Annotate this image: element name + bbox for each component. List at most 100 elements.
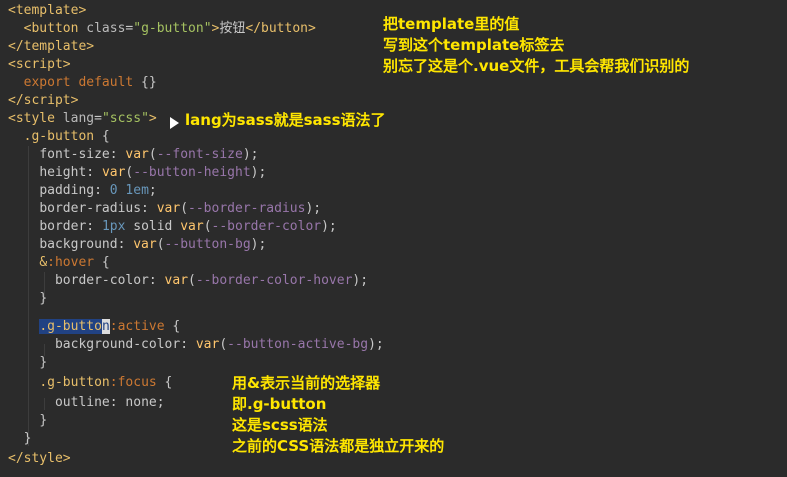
code-line-22[interactable]: outline: none; <box>8 394 165 412</box>
code-text: { <box>94 255 110 270</box>
code-line-7[interactable]: <style lang="scss"> <box>8 110 157 128</box>
annotation-line: 这是scss语法 <box>232 416 328 434</box>
code-editor[interactable]: <template> <button class="g-button">按钮</… <box>0 0 787 477</box>
annotation-scss: 用&表示当前的选择器 即.g-button 这是scss语法 之前的CSS语法都… <box>232 373 444 457</box>
css-selector: .g-button <box>39 375 110 390</box>
code-line-24[interactable]: } <box>8 430 32 448</box>
code-line-19[interactable]: background-color: var(--button-active-bg… <box>8 336 384 354</box>
code-line-25[interactable]: </style> <box>8 450 71 468</box>
css-variable: --button-active-bg <box>227 337 369 352</box>
code-line-23[interactable]: } <box>8 412 47 430</box>
annotation-line: lang为sass就是sass语法了 <box>185 111 386 129</box>
code-text: { <box>94 129 110 144</box>
code-line-15[interactable]: &:hover { <box>8 254 110 272</box>
code-line-6[interactable]: </script> <box>8 92 78 110</box>
equals: = <box>94 111 102 126</box>
button-text: 按钮 <box>219 21 246 36</box>
attr-value: "g-button" <box>133 21 212 36</box>
selected-text[interactable]: .g-butto <box>39 319 102 334</box>
css-variable: --border-color-hover <box>195 273 353 288</box>
code-line-20[interactable]: } <box>8 354 47 372</box>
tag-bracket: < <box>8 111 16 126</box>
code-line-8[interactable]: .g-button { <box>8 128 110 146</box>
code-line-4[interactable]: <script> <box>8 56 71 74</box>
code-text: {} <box>133 75 157 90</box>
css-property: outline: <box>54 395 126 410</box>
code-text: solid <box>125 219 181 234</box>
code-line-13[interactable]: border: 1px solid var(--border-color); <box>8 218 336 236</box>
semicolon: ; <box>148 183 157 198</box>
tag-bracket: </ <box>8 451 24 466</box>
code-line-5[interactable]: export default {} <box>8 74 157 92</box>
css-variable: --button-bg <box>164 237 251 252</box>
code-text: } <box>23 431 32 446</box>
paren: ( <box>180 201 189 216</box>
css-variable: --border-radius <box>188 201 306 216</box>
code-line-18[interactable]: .g-button:active { <box>8 318 180 336</box>
annotation-line: 用&表示当前的选择器 <box>232 374 381 392</box>
code-text: } <box>39 355 48 370</box>
css-function: var <box>180 219 204 234</box>
tag-bracket: > <box>62 451 71 466</box>
code-line-3[interactable]: </template> <box>8 38 94 56</box>
css-property: background: <box>39 237 134 252</box>
attr-value: "scss" <box>101 111 149 126</box>
code-line-11[interactable]: padding: 0 1em; <box>8 182 157 200</box>
paren: ( <box>188 273 196 288</box>
css-function: var <box>195 337 220 352</box>
tag-name: style <box>23 451 63 466</box>
paren: ); <box>250 237 267 252</box>
text-cursor[interactable]: n <box>101 319 110 334</box>
annotation-line: 把template里的值 <box>383 15 520 33</box>
code-line-12[interactable]: border-radius: var(--border-radius); <box>8 200 321 218</box>
code-line-14[interactable]: background: var(--button-bg); <box>8 236 266 254</box>
tag-bracket: < <box>8 3 16 18</box>
annotation-line: 写到这个template标签去 <box>383 36 565 54</box>
annotation-line: 之前的CSS语法都是独立开来的 <box>232 437 445 455</box>
paren: ); <box>305 201 322 216</box>
tag-name: style <box>15 111 55 126</box>
css-value: none <box>125 395 157 410</box>
css-property: border-color: <box>54 273 165 288</box>
tag-bracket: > <box>70 93 79 108</box>
code-line-9[interactable]: font-size: var(--font-size); <box>8 146 258 164</box>
code-line-2[interactable]: <button class="g-button">按钮</button> <box>8 20 316 38</box>
css-property: padding: <box>39 183 110 198</box>
code-line-1[interactable]: <template> <box>8 2 86 20</box>
tag-name: button <box>31 21 79 36</box>
code-line-10[interactable]: height: var(--button-height); <box>8 164 266 182</box>
paren: ( <box>219 337 228 352</box>
css-number: 0 <box>109 183 118 198</box>
css-property: border-radius: <box>39 201 157 216</box>
code-line-21[interactable]: .g-button:focus { <box>8 374 172 392</box>
tag-bracket: > <box>148 111 157 126</box>
paren: ( <box>148 147 157 162</box>
paren: ( <box>156 237 165 252</box>
css-property: height: <box>39 165 102 180</box>
tag-name: template <box>23 39 87 54</box>
paren: ); <box>352 273 369 288</box>
code-text: { <box>164 319 181 334</box>
paren: ); <box>250 165 267 180</box>
css-function: var <box>133 237 157 252</box>
code-line-16[interactable]: border-color: var(--border-color-hover); <box>8 272 368 290</box>
css-pseudo-class: :active <box>109 319 165 334</box>
parent-selector: & <box>39 255 48 270</box>
css-variable: --border-color <box>211 219 322 234</box>
code-line-17[interactable]: } <box>8 290 47 308</box>
css-pseudo-class: :hover <box>47 255 95 270</box>
paren: ( <box>203 219 212 234</box>
attr-name: lang <box>62 111 95 126</box>
css-function: var <box>125 147 149 162</box>
annotation-line: 别忘了这是个.vue文件，工具会帮我们识别的 <box>383 57 690 75</box>
